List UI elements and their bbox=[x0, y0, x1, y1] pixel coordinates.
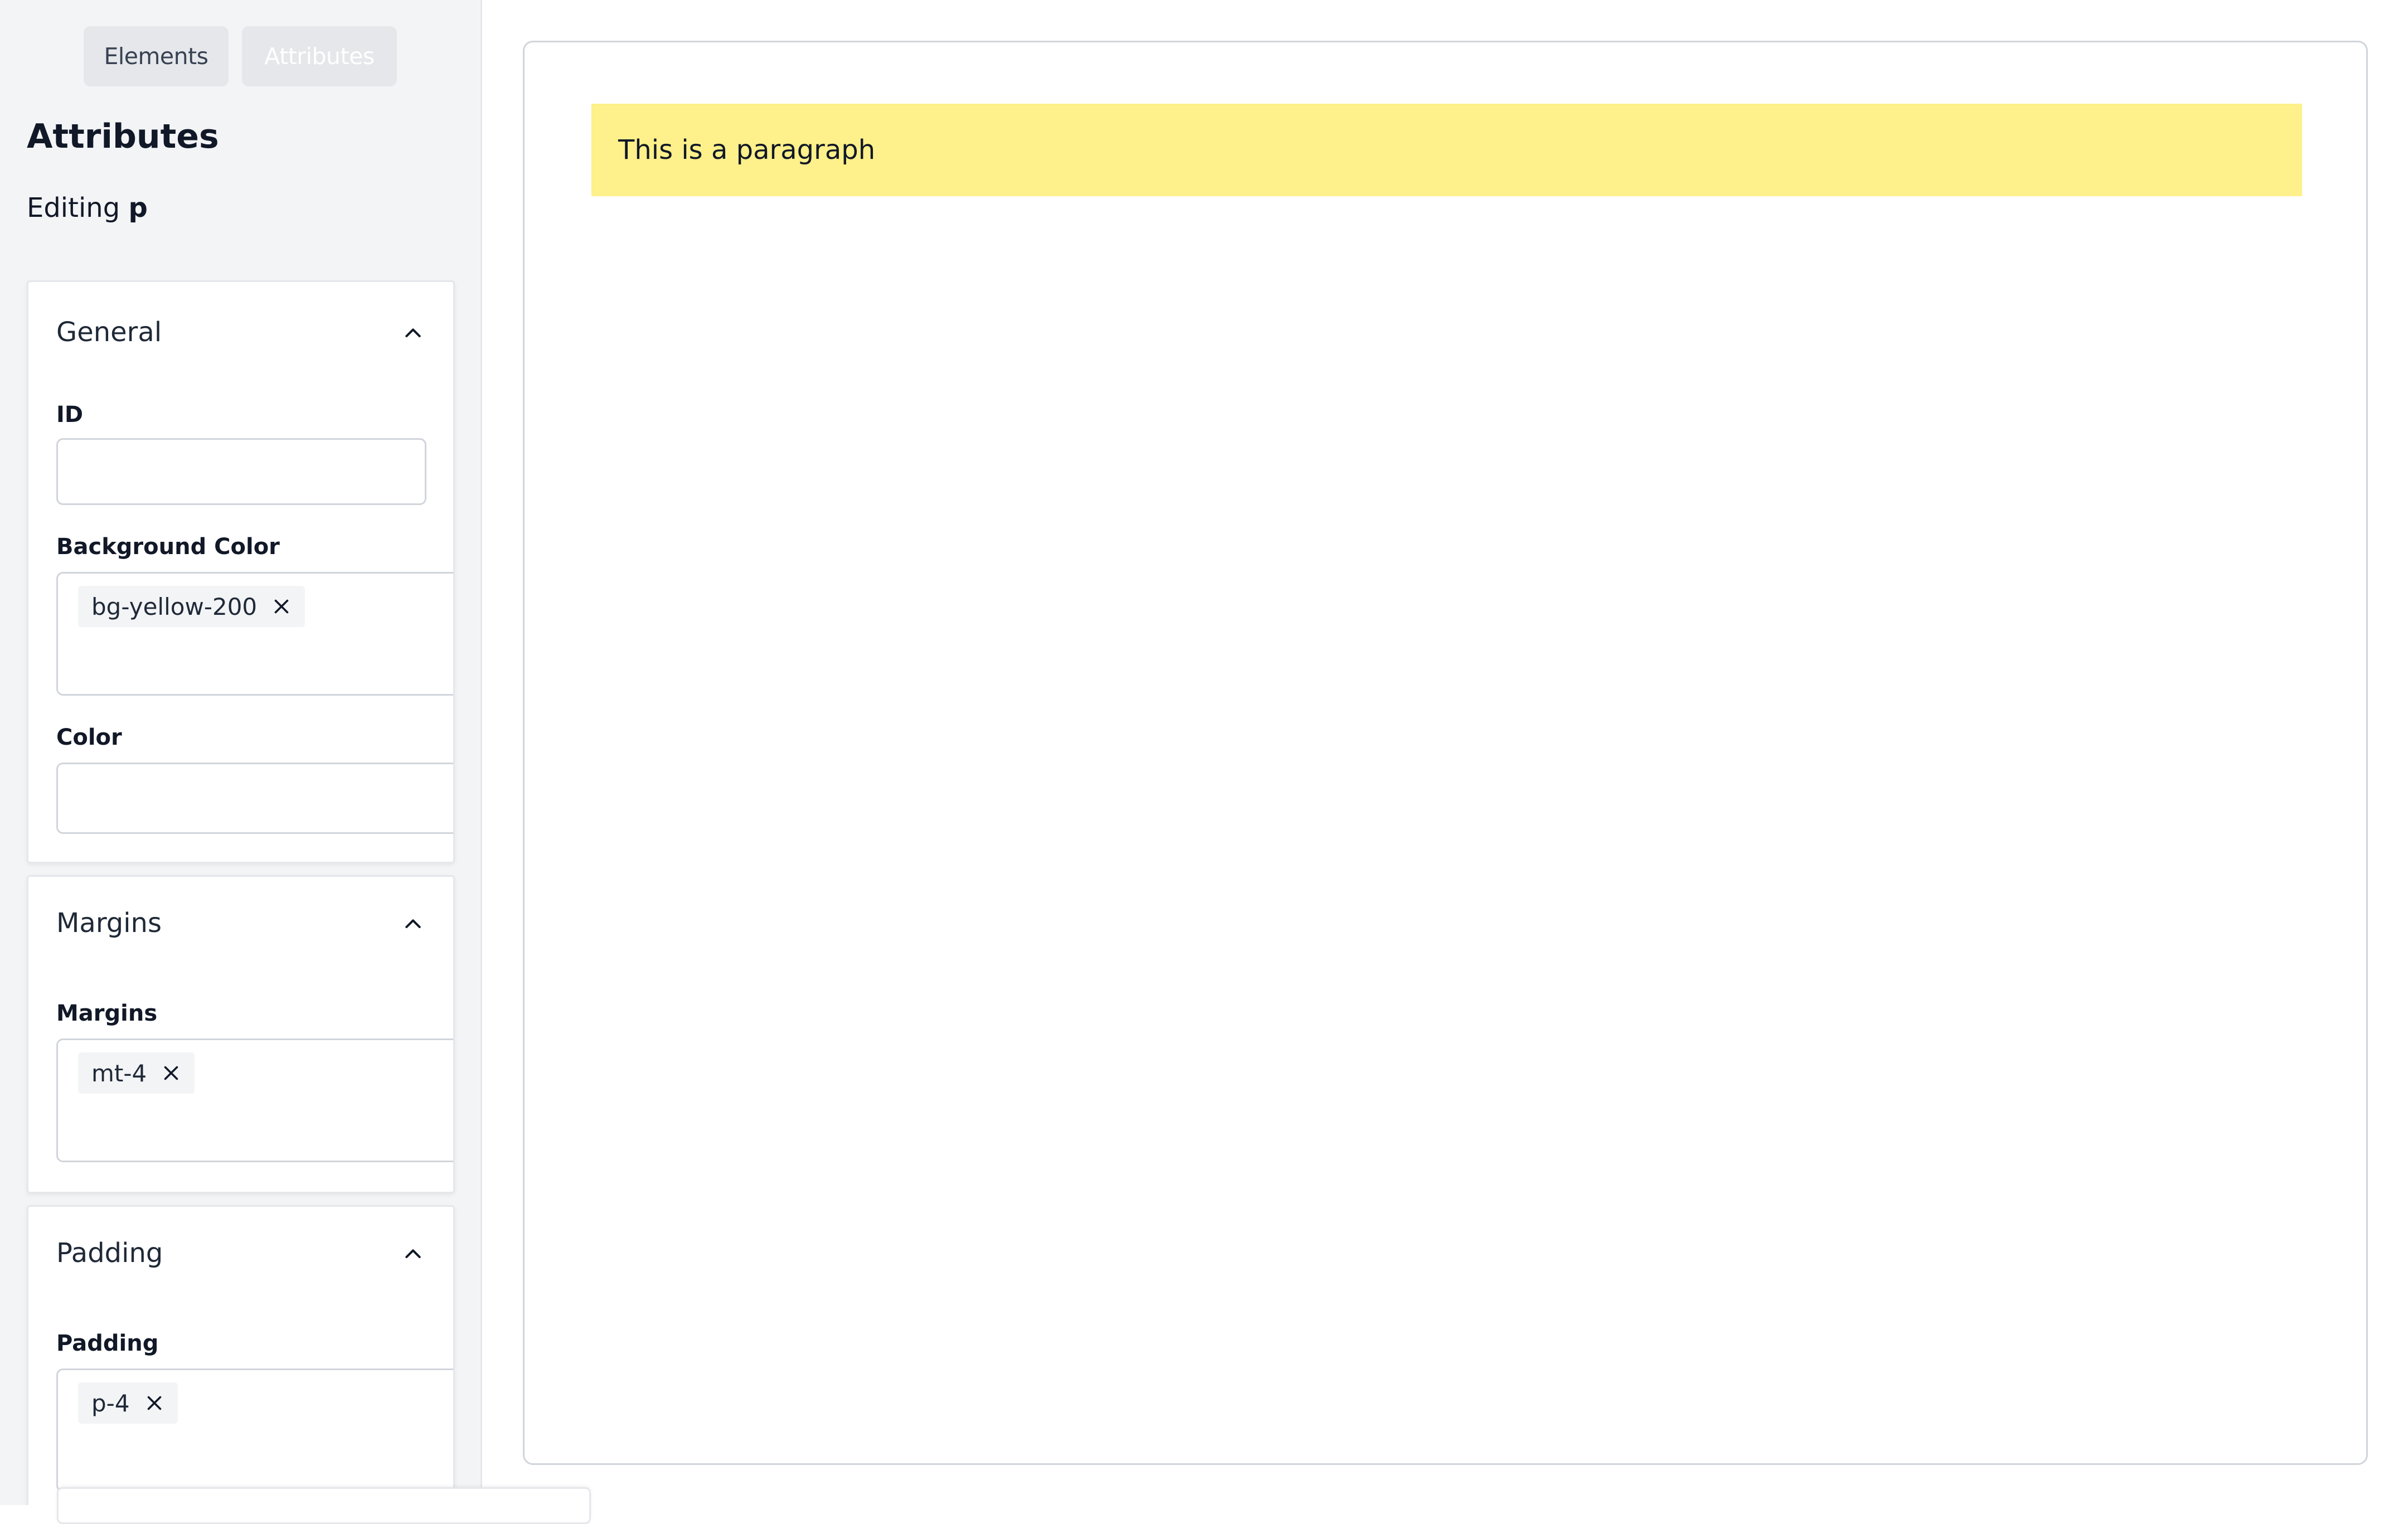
panel-heading: Attributes bbox=[27, 117, 219, 156]
tab-attributes[interactable]: Attributes bbox=[242, 26, 397, 86]
tag-label: mt-4 bbox=[91, 1059, 147, 1087]
editing-prefix: Editing bbox=[27, 192, 120, 224]
tag-mt-4: mt-4 bbox=[78, 1052, 195, 1094]
chevron-up-icon[interactable] bbox=[402, 322, 424, 344]
chevron-up-icon[interactable] bbox=[402, 913, 424, 935]
color-label: Color bbox=[56, 725, 122, 750]
padding-tag-input[interactable]: p-4 bbox=[56, 1368, 453, 1492]
color-input[interactable] bbox=[56, 763, 453, 834]
margins-panel-title[interactable]: Margins bbox=[56, 907, 162, 939]
general-panel: General ID Background Color bg-yellow-20… bbox=[27, 280, 455, 863]
padding-label: Padding bbox=[56, 1331, 159, 1356]
tag-bg-yellow-200: bg-yellow-200 bbox=[78, 586, 305, 627]
margins-tag-input[interactable]: mt-4 bbox=[56, 1038, 453, 1162]
padding-panel: Padding Padding p-4 bbox=[27, 1205, 455, 1505]
tag-label: p-4 bbox=[91, 1389, 130, 1417]
padding-panel-title[interactable]: Padding bbox=[56, 1237, 163, 1269]
background-color-tag-input[interactable]: bg-yellow-200 bbox=[56, 572, 453, 696]
editing-indicator: Editing p bbox=[27, 192, 148, 224]
chevron-up-icon[interactable] bbox=[402, 1243, 424, 1265]
background-color-label: Background Color bbox=[56, 534, 280, 560]
id-input[interactable] bbox=[56, 438, 426, 505]
close-icon[interactable] bbox=[271, 596, 292, 617]
editing-element-name: p bbox=[128, 192, 148, 224]
close-icon[interactable] bbox=[161, 1063, 181, 1083]
id-label: ID bbox=[56, 402, 84, 428]
margins-panel: Margins Margins mt-4 bbox=[27, 875, 455, 1193]
overflow-panel-edge bbox=[57, 1487, 591, 1524]
tag-p-4: p-4 bbox=[78, 1382, 178, 1424]
tag-label: bg-yellow-200 bbox=[91, 593, 258, 620]
general-panel-title[interactable]: General bbox=[56, 317, 162, 348]
sidebar: Elements Attributes Attributes Editing p… bbox=[0, 0, 482, 1505]
close-icon[interactable] bbox=[144, 1393, 164, 1413]
tab-elements[interactable]: Elements bbox=[84, 26, 229, 86]
margins-label: Margins bbox=[56, 1001, 158, 1026]
preview-canvas: This is a paragraph bbox=[523, 41, 2368, 1465]
paragraph-element[interactable]: This is a paragraph bbox=[591, 104, 2302, 196]
